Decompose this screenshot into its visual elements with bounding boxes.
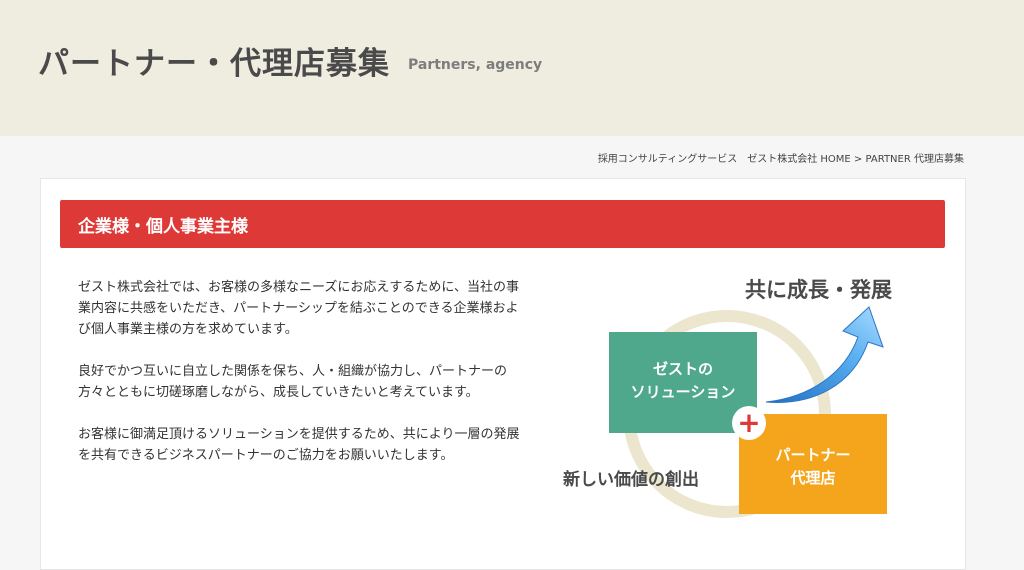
- partner-label-line2: 代理店: [789, 469, 835, 487]
- top-label: 共に成長・発展: [745, 278, 892, 302]
- partnership-diagram: 共に成長・発展 ゼストの ソリューション パートナー 代理店 + 新しい価値の創…: [561, 269, 951, 569]
- partnership-diagram-svg: 共に成長・発展 ゼストの ソリューション パートナー 代理店 + 新しい価値の創…: [563, 278, 892, 518]
- breadcrumb-separator: >: [853, 154, 863, 165]
- partner-label-line1: パートナー: [775, 446, 850, 464]
- solution-label-line1: ゼストの: [653, 360, 713, 378]
- plus-icon: +: [737, 406, 760, 439]
- section-title: 企業様・個人事業主様: [78, 217, 248, 237]
- page-subtitle: Partners, agency: [408, 57, 543, 73]
- content-card: 企業様・個人事業主様 ゼスト株式会社では、お客様の多様なニーズにお応えするために…: [40, 178, 966, 570]
- intro-paragraph: 良好でかつ互いに自立した関係を保ち、人・組織が協力し、パートナーの方々とともに切…: [78, 364, 508, 400]
- breadcrumb-current: PARTNER 代理店募集: [865, 154, 965, 165]
- intro-text: ゼスト株式会社では、お客様の多様なニーズにお応えするために、当社の事業内容に共感…: [78, 277, 530, 487]
- growth-arrow-icon: [765, 306, 884, 403]
- breadcrumb-link-service[interactable]: 採用コンサルティングサービス: [598, 154, 737, 165]
- breadcrumb-link-home[interactable]: ゼスト株式会社 HOME: [747, 154, 851, 165]
- solution-label-line2: ソリューション: [631, 383, 736, 401]
- intro-paragraph: ゼスト株式会社では、お客様の多様なニーズにお応えするために、当社の事業内容に共感…: [78, 280, 519, 337]
- section-header: 企業様・個人事業主様: [60, 200, 945, 248]
- intro-paragraph: お客様に御満足頂けるソリューションを提供するため、共により一層の発展を共有できる…: [78, 427, 520, 463]
- breadcrumb: 採用コンサルティングサービス ゼスト株式会社 HOME > PARTNER 代理店…: [598, 150, 964, 165]
- page-hero: パートナー・代理店募集 Partners, agency: [0, 0, 1024, 136]
- bottom-label: 新しい価値の創出: [563, 469, 699, 490]
- page-title: パートナー・代理店募集: [38, 46, 390, 82]
